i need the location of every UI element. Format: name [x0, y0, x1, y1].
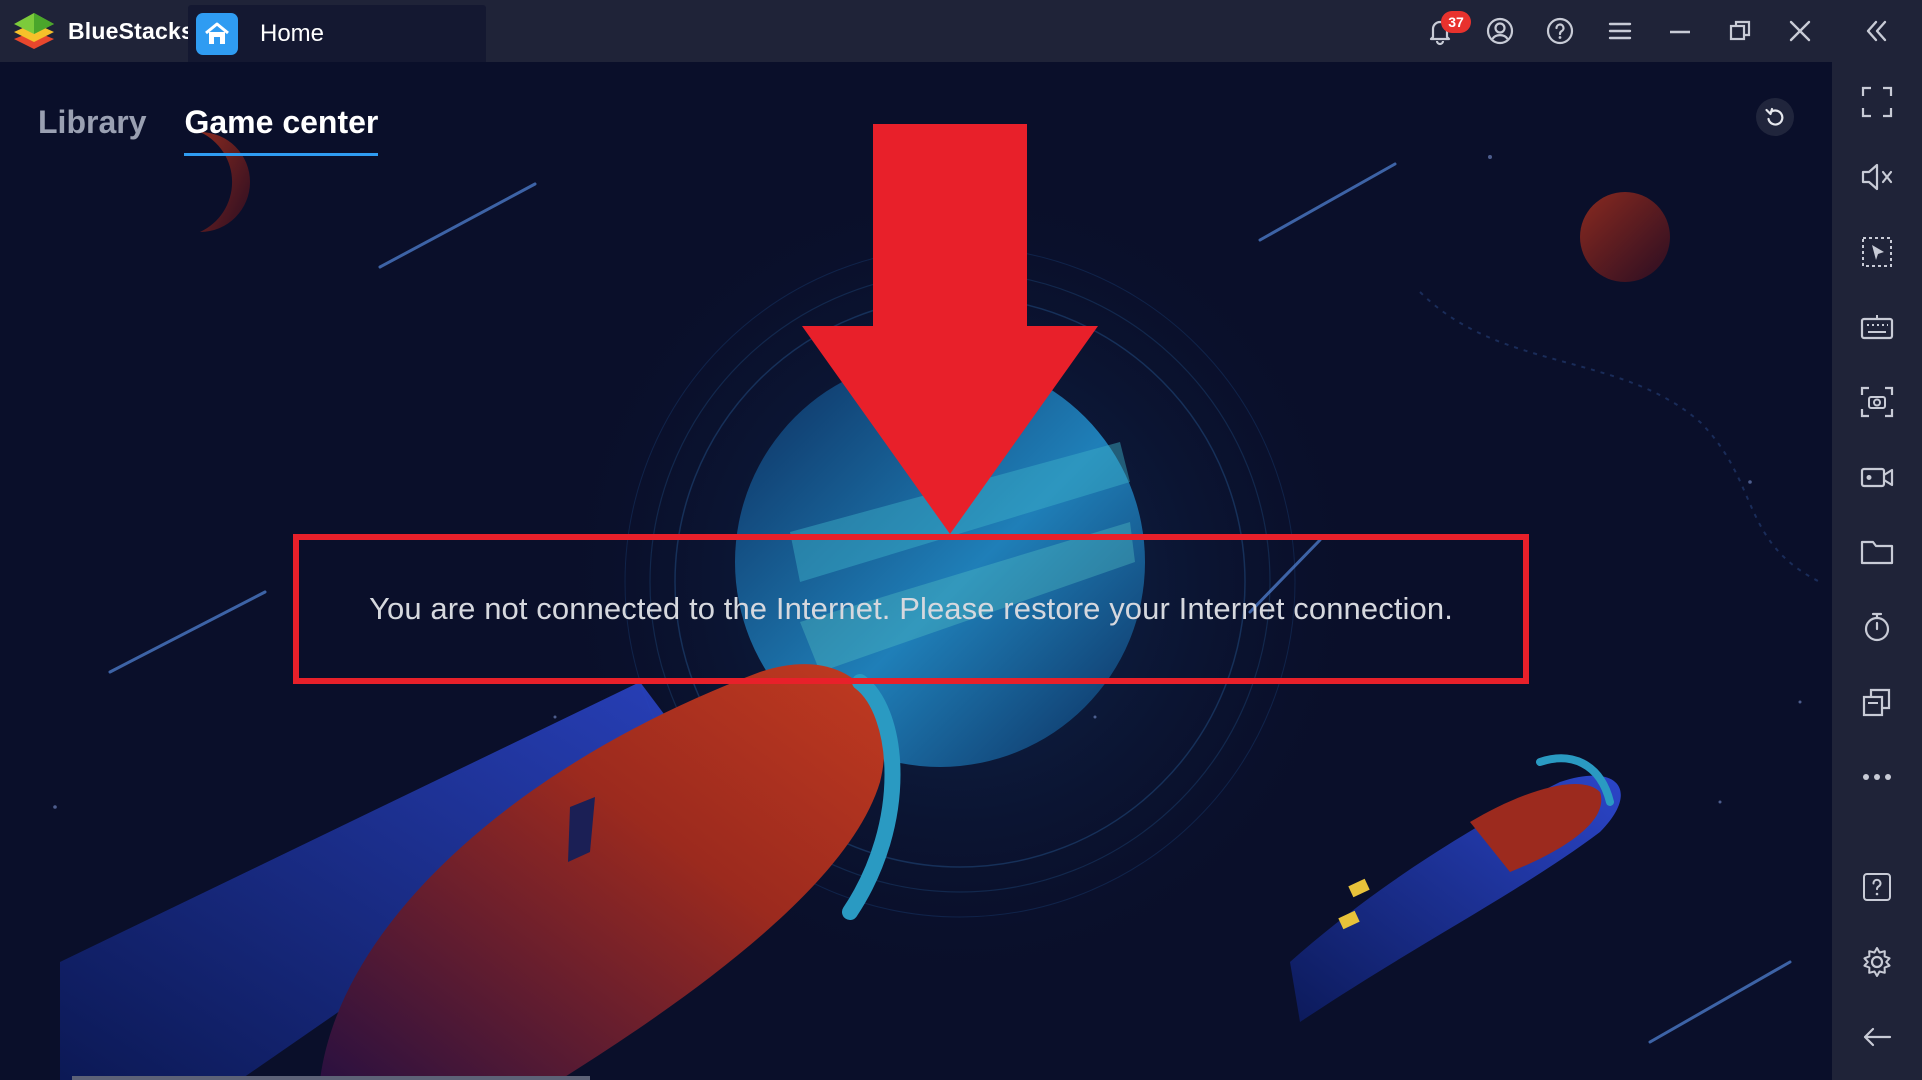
fullscreen-icon — [1861, 86, 1893, 118]
notifications-button[interactable]: 37 — [1421, 11, 1471, 50]
more-options-button[interactable] — [1857, 757, 1897, 797]
screenshot-button[interactable] — [1857, 382, 1897, 422]
multi-instance-icon — [1862, 688, 1891, 717]
refresh-icon — [1765, 107, 1784, 126]
multi-instance-button[interactable] — [1857, 682, 1897, 722]
tab-home-label: Home — [260, 19, 325, 47]
account-icon — [1486, 17, 1514, 45]
timer-icon — [1864, 612, 1890, 642]
tab-game-center[interactable]: Game center — [184, 104, 379, 156]
settings-button[interactable] — [1857, 942, 1897, 982]
restore-icon — [1729, 20, 1751, 41]
back-icon — [1863, 1027, 1892, 1047]
sidebar-help-button[interactable] — [1857, 867, 1897, 907]
mute-icon — [1861, 163, 1893, 191]
minimize-icon — [1670, 30, 1690, 34]
help-button[interactable] — [1541, 12, 1579, 50]
home-icon — [196, 12, 238, 55]
keyboard-icon — [1860, 315, 1894, 340]
content-tabs: Library Game center — [38, 104, 379, 156]
no-internet-message: You are not connected to the Internet. P… — [369, 591, 1453, 626]
title-bar: BlueStacks Home 37 — [0, 0, 1922, 62]
settings-icon — [1863, 947, 1891, 977]
help-icon — [1863, 873, 1891, 901]
media-folder-button[interactable] — [1857, 532, 1897, 572]
bluestacks-window: BlueStacks Home 37 Library Game center Y… — [0, 0, 1922, 1080]
minimize-button[interactable] — [1661, 12, 1699, 50]
close-icon — [1789, 20, 1811, 42]
menu-button[interactable] — [1601, 12, 1639, 50]
pointer-lock-button[interactable] — [1857, 232, 1897, 272]
bluestacks-logo-icon — [14, 13, 54, 49]
no-internet-message-box: You are not connected to the Internet. P… — [293, 534, 1529, 684]
horizontal-scrollbar[interactable] — [72, 1076, 590, 1080]
more-icon — [1863, 774, 1891, 780]
folder-icon — [1860, 540, 1894, 565]
collapse-sidebar-icon — [1866, 20, 1887, 42]
tab-home[interactable]: Home — [188, 5, 486, 62]
menu-icon — [1608, 22, 1632, 40]
back-button[interactable] — [1857, 1017, 1897, 1057]
annotation-arrow-icon — [802, 124, 1098, 534]
screenshot-icon — [1860, 386, 1894, 418]
game-center-panel: Library Game center You are not connecte… — [0, 62, 1832, 1080]
account-button[interactable] — [1481, 12, 1519, 50]
tab-library[interactable]: Library — [38, 104, 146, 156]
record-icon — [1860, 467, 1894, 488]
notification-badge: 37 — [1441, 11, 1471, 33]
pointer-icon — [1862, 237, 1892, 267]
right-toolbar — [1832, 62, 1922, 1080]
record-screen-button[interactable] — [1857, 457, 1897, 497]
close-button[interactable] — [1781, 12, 1819, 50]
help-icon — [1546, 17, 1574, 45]
macro-timer-button[interactable] — [1857, 607, 1897, 647]
collapse-sidebar-button[interactable] — [1858, 12, 1896, 50]
volume-button[interactable] — [1857, 157, 1897, 197]
fullscreen-button[interactable] — [1857, 82, 1897, 122]
restore-button[interactable] — [1721, 12, 1759, 50]
keyboard-controls-button[interactable] — [1857, 307, 1897, 347]
app-name: BlueStacks — [68, 17, 195, 44]
brand: BlueStacks — [10, 8, 194, 54]
refresh-button[interactable] — [1756, 98, 1794, 136]
